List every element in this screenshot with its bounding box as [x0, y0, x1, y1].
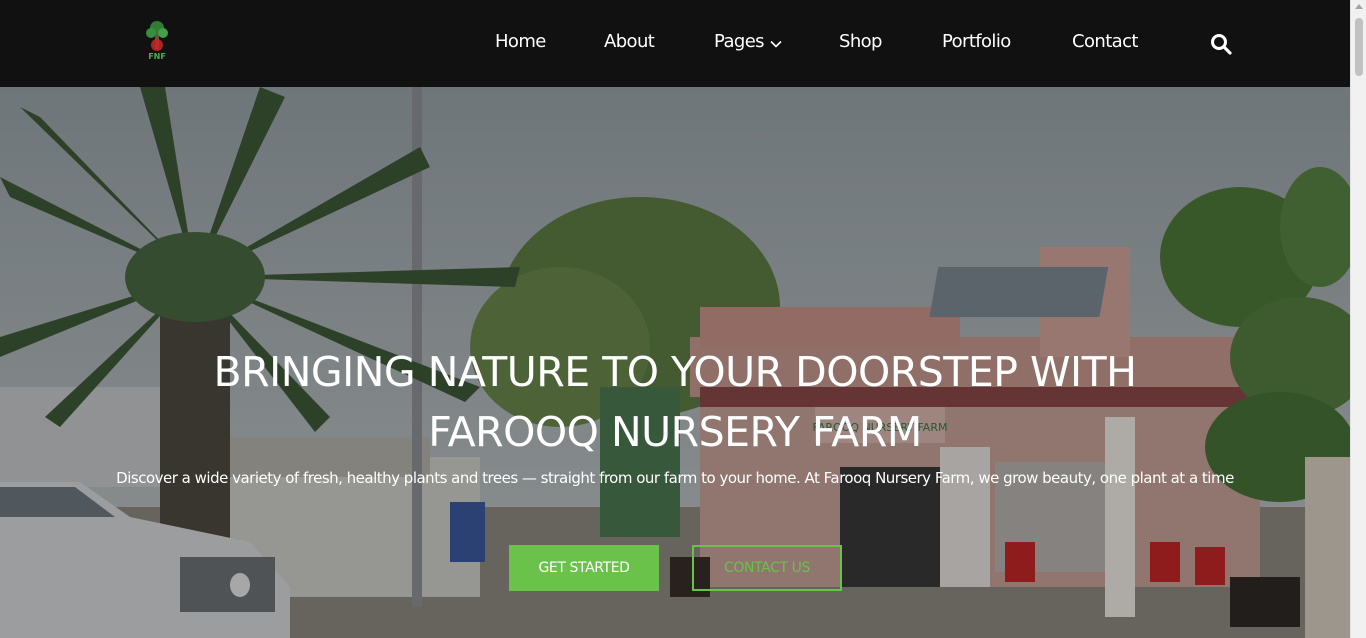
search-button[interactable] — [1210, 33, 1232, 55]
nav-about[interactable]: About — [604, 31, 655, 52]
nav-portfolio[interactable]: Portfolio — [942, 31, 1011, 52]
nav-pages[interactable]: Pages — [714, 31, 782, 53]
hero-section: FAROOQ NURSERY FARM BRINGING NATURE TO Y… — [0, 87, 1350, 638]
chevron-down-icon — [770, 32, 782, 53]
hero-title: BRINGING NATURE TO YOUR DOORSTEP WITH FA… — [213, 348, 1137, 456]
top-navbar: FNF Home About Pages Shop Portfolio Cont… — [0, 0, 1350, 87]
nav-home[interactable]: Home — [495, 31, 546, 52]
hero-subtitle: Discover a wide variety of fresh, health… — [116, 469, 1234, 487]
search-icon — [1211, 34, 1232, 55]
main-nav: Home About Pages Shop Portfolio Contact — [0, 0, 1350, 87]
nav-shop[interactable]: Shop — [839, 31, 882, 52]
contact-us-button[interactable]: CONTACT US — [692, 545, 842, 591]
nav-contact[interactable]: Contact — [1072, 31, 1138, 52]
get-started-button[interactable]: GET STARTED — [509, 545, 659, 591]
scrollbar-thumb[interactable] — [1355, 18, 1363, 76]
scroll-up-arrow-icon[interactable] — [1355, 4, 1363, 9]
nav-pages-label: Pages — [714, 31, 765, 52]
vertical-scrollbar[interactable] — [1350, 0, 1366, 638]
